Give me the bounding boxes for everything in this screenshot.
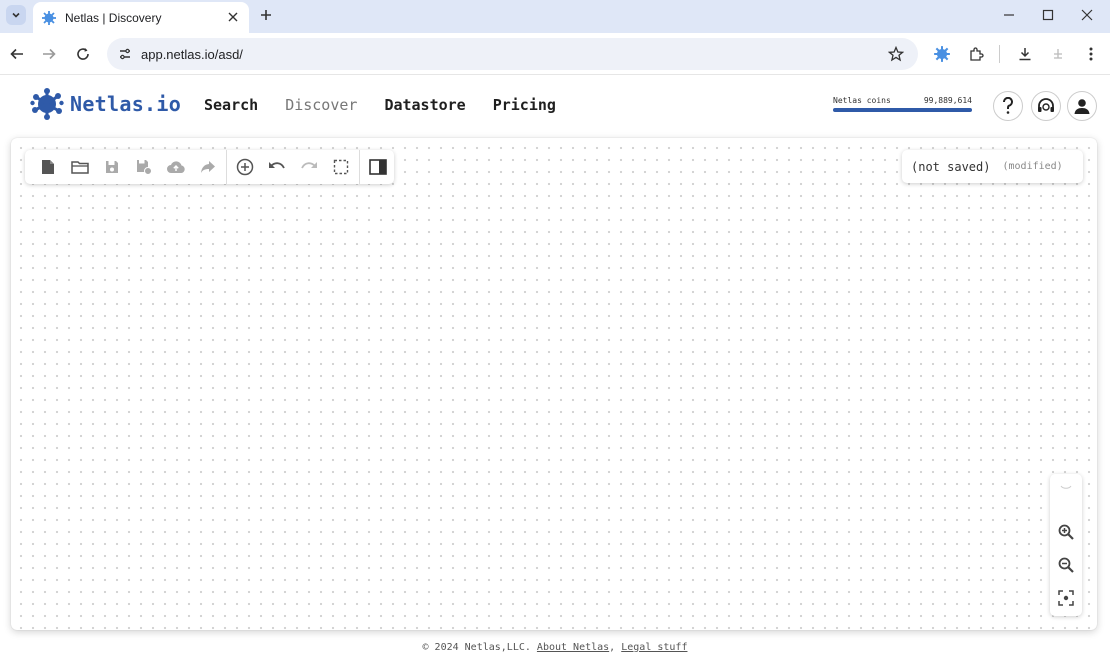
fit-screen-button[interactable] <box>1056 588 1076 608</box>
open-folder-icon <box>71 161 89 174</box>
page-footer: © 2024 Netlas,LLC. About Netlas, Legal s… <box>0 642 1110 653</box>
nav-pricing[interactable]: Pricing <box>493 96 556 114</box>
side-panel-icon <box>369 159 387 175</box>
share-icon <box>201 161 215 173</box>
plus-icon <box>261 10 271 20</box>
undo-button[interactable] <box>261 150 293 184</box>
zoom-in-icon <box>1058 524 1074 540</box>
new-file-icon <box>42 160 54 174</box>
zoom-in-button[interactable] <box>1056 522 1076 542</box>
save-as-button[interactable] <box>128 150 160 184</box>
close-icon <box>228 12 238 22</box>
cloud-upload-icon <box>167 161 185 173</box>
user-icon <box>1074 99 1090 114</box>
bookmark-star-icon[interactable] <box>886 44 906 64</box>
cloud-upload-button[interactable] <box>160 150 192 184</box>
fit-screen-icon <box>1058 590 1074 606</box>
support-button[interactable] <box>1031 91 1061 121</box>
save-as-icon <box>137 160 152 175</box>
add-circle-icon <box>236 158 254 176</box>
reload-icon <box>77 48 89 60</box>
netlas-favicon-icon <box>42 10 56 25</box>
back-button[interactable] <box>5 42 29 66</box>
coins-value: 99,889,614 <box>923 96 972 105</box>
save-status-badge: (not saved) (modified) <box>902 150 1083 183</box>
nav-discover[interactable]: Discover <box>285 96 357 114</box>
redo-button[interactable] <box>293 150 325 184</box>
undo-icon <box>268 162 285 169</box>
zoom-out-icon <box>1058 557 1074 573</box>
coins-progress-bar <box>833 108 972 112</box>
netlas-logo-icon <box>30 88 64 120</box>
zoom-controls <box>1050 474 1082 616</box>
browser-tab[interactable]: Netlas | Discovery <box>33 2 249 33</box>
toolbar-separator <box>226 150 227 184</box>
modified-status-text: (modified) <box>1002 161 1063 172</box>
profile-sync-icon[interactable] <box>1046 42 1070 66</box>
redo-icon <box>301 162 317 169</box>
copyright-text: © 2024 Netlas,LLC. <box>422 642 531 653</box>
save-button[interactable] <box>96 150 128 184</box>
question-mark-icon <box>1003 97 1013 114</box>
tab-close-button[interactable] <box>225 9 241 25</box>
zoom-out-button[interactable] <box>1056 555 1076 575</box>
netlas-extension-icon[interactable] <box>930 42 954 66</box>
reload-button[interactable] <box>71 42 95 66</box>
zoom-slider-handle[interactable] <box>1056 478 1076 498</box>
nav-datastore[interactable]: Datastore <box>384 96 465 114</box>
maximize-button[interactable] <box>1025 0 1071 30</box>
add-node-button[interactable] <box>229 150 261 184</box>
site-info-icon[interactable] <box>117 46 133 62</box>
toolbar-divider <box>999 45 1000 63</box>
minimize-icon <box>1004 14 1014 16</box>
toolbar-separator <box>358 150 360 184</box>
app-header: Netlas.io Search Discover Datastore Pric… <box>0 76 1110 132</box>
url-text: app.netlas.io/asd/ <box>141 46 243 62</box>
arrow-right-icon <box>43 48 56 60</box>
netlas-logo[interactable]: Netlas.io <box>30 88 181 120</box>
discovery-canvas[interactable]: (not saved) (modified) <box>11 138 1097 630</box>
downloads-icon[interactable] <box>1013 42 1037 66</box>
browser-menu-icon[interactable] <box>1079 42 1103 66</box>
chevron-down-icon <box>12 12 20 18</box>
about-link[interactable]: About Netlas <box>537 642 609 653</box>
editor-toolbar <box>25 150 394 184</box>
tab-list-button[interactable] <box>6 5 26 25</box>
coins-widget[interactable]: Netlas coins 99,889,614 <box>833 96 972 112</box>
save-status-text: (not saved) <box>911 159 991 174</box>
extensions-puzzle-icon[interactable] <box>964 42 988 66</box>
address-bar[interactable]: app.netlas.io/asd/ <box>107 38 918 70</box>
main-nav: Search Discover Datastore Pricing <box>204 96 583 114</box>
new-tab-button[interactable] <box>256 5 276 25</box>
forward-button[interactable] <box>37 42 61 66</box>
save-icon <box>106 161 118 173</box>
close-window-icon <box>1081 9 1093 21</box>
share-button[interactable] <box>192 150 224 184</box>
account-button[interactable] <box>1067 91 1097 121</box>
slider-arc-icon <box>1060 485 1072 489</box>
open-button[interactable] <box>64 150 96 184</box>
nav-search[interactable]: Search <box>204 96 258 114</box>
tab-title: Netlas | Discovery <box>65 10 162 25</box>
select-area-icon <box>333 159 349 175</box>
maximize-icon <box>1042 9 1054 21</box>
logo-text: Netlas.io <box>70 92 182 116</box>
select-area-button[interactable] <box>325 150 357 184</box>
help-button[interactable] <box>993 91 1023 121</box>
arrow-left-icon <box>10 48 23 60</box>
new-file-button[interactable] <box>32 150 64 184</box>
panel-toggle-button[interactable] <box>362 150 394 184</box>
browser-toolbar: app.netlas.io/asd/ <box>0 33 1110 75</box>
headset-icon <box>1038 98 1054 112</box>
footer-separator: , <box>609 642 616 653</box>
browser-tab-bar: Netlas | Discovery <box>0 0 1110 33</box>
legal-link[interactable]: Legal stuff <box>621 642 687 653</box>
coins-label: Netlas coins <box>833 96 891 105</box>
